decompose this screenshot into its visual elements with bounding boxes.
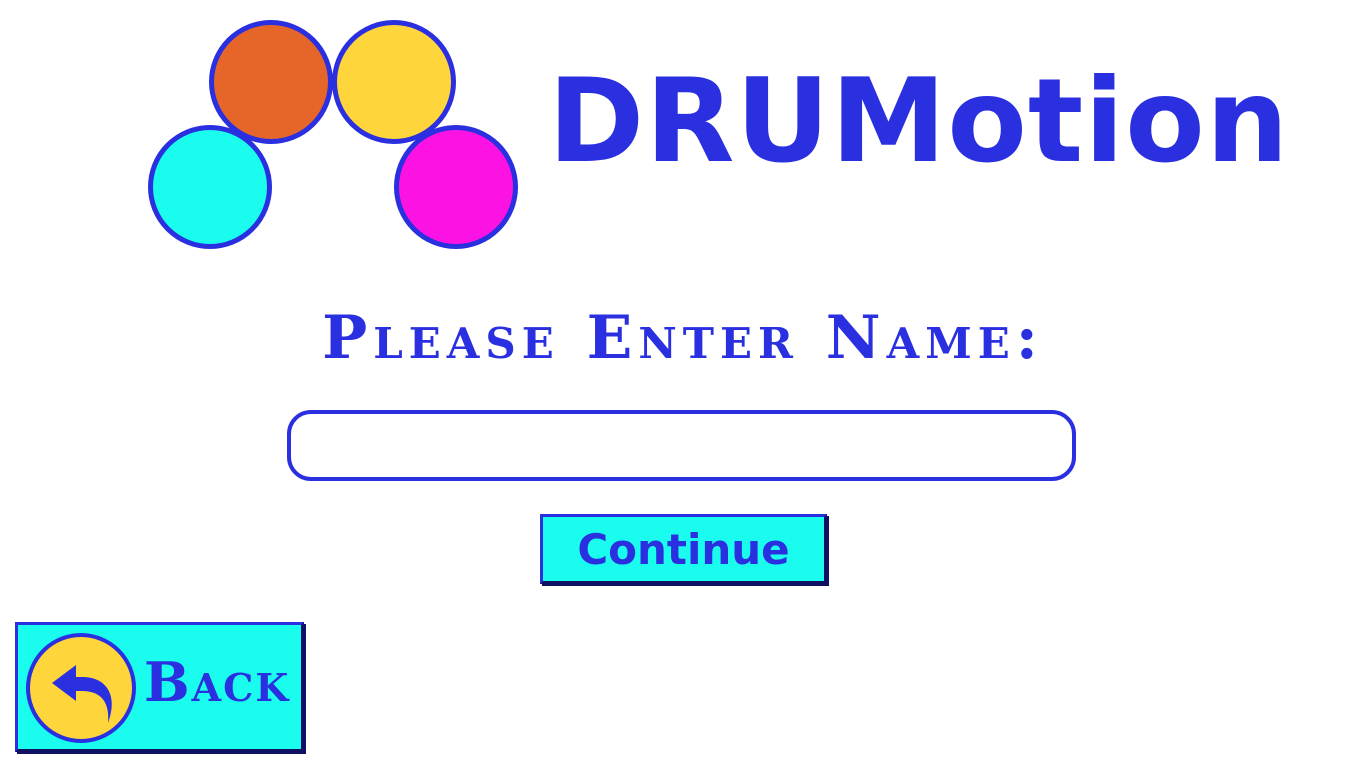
brand-title: DRUMotion <box>548 54 1290 189</box>
logo-circle-cyan <box>148 125 272 249</box>
name-prompt: Please Enter Name: <box>322 303 1044 373</box>
continue-button[interactable]: Continue <box>540 514 827 584</box>
logo-circle-orange <box>209 20 333 144</box>
back-button[interactable]: Back <box>15 622 304 752</box>
logo-circle-yellow <box>332 20 456 144</box>
name-input[interactable] <box>287 410 1076 481</box>
logo-circle-magenta <box>394 125 518 249</box>
logo <box>0 0 540 260</box>
back-button-label: Back <box>144 650 291 714</box>
continue-button-label: Continue <box>577 524 790 574</box>
back-arrow-icon <box>26 633 136 743</box>
